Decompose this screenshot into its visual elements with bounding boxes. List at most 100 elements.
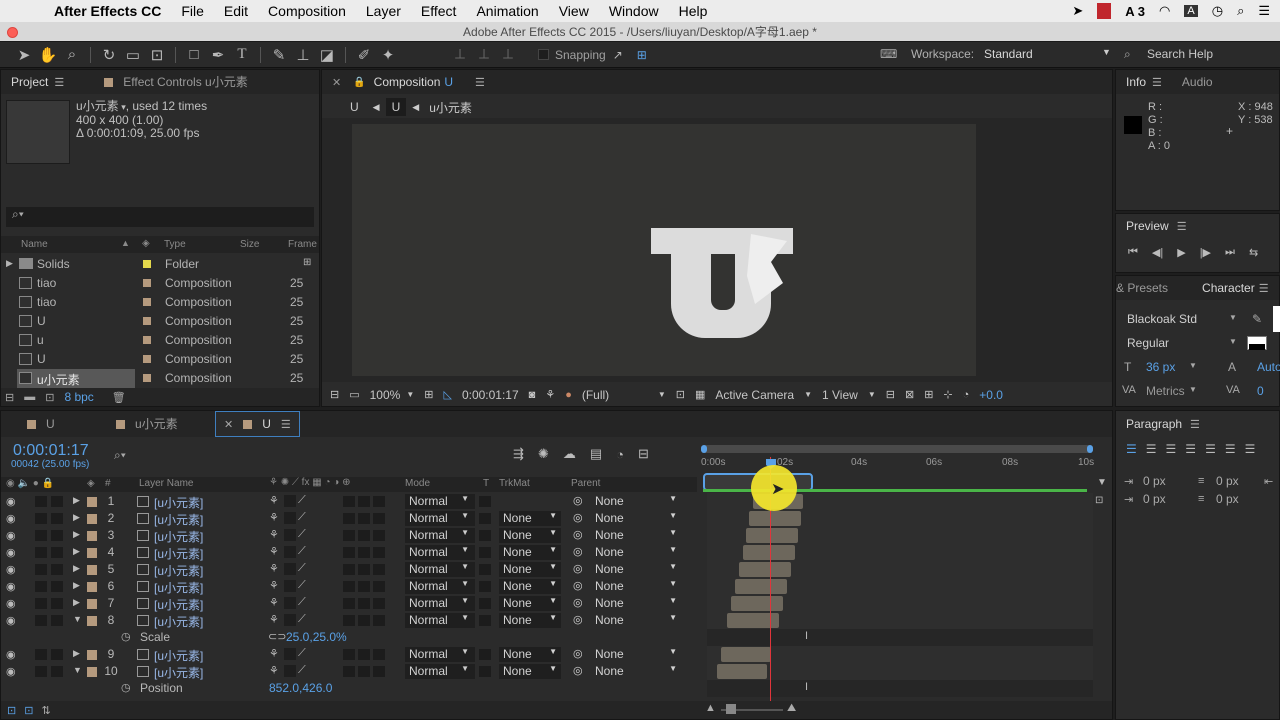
collapse-switch[interactable] bbox=[284, 563, 296, 575]
solo-toggle[interactable] bbox=[35, 496, 47, 507]
collapse-switch[interactable] bbox=[284, 665, 296, 677]
solo-toggle[interactable] bbox=[35, 615, 47, 626]
quality-switch-icon[interactable]: ⟋ bbox=[298, 664, 306, 677]
parent-select[interactable]: ◎ None ▼ bbox=[571, 596, 681, 611]
switch-toggle[interactable] bbox=[358, 581, 370, 592]
fast-previews-icon[interactable]: ⊠ bbox=[905, 388, 914, 401]
switch-toggle[interactable] bbox=[358, 530, 370, 541]
search-help-input[interactable]: Search Help bbox=[1147, 47, 1213, 61]
dropdown-arrow-icon[interactable]: ▼ bbox=[1229, 313, 1237, 322]
channel-icon[interactable]: ● bbox=[565, 389, 572, 401]
switch-toggle[interactable] bbox=[343, 615, 355, 626]
switch-toggle[interactable] bbox=[358, 615, 370, 626]
lock-toggle[interactable] bbox=[51, 666, 63, 677]
menu-edit[interactable]: Edit bbox=[224, 3, 248, 19]
switch-toggle[interactable] bbox=[343, 564, 355, 575]
flowchart-icon[interactable]: ⊹ bbox=[943, 388, 952, 401]
expand-arrow-icon[interactable]: ▶ bbox=[73, 495, 80, 506]
tab-character[interactable]: Character bbox=[1192, 276, 1265, 300]
visibility-eye-icon[interactable]: ◉ bbox=[6, 495, 16, 508]
list-item[interactable]: ▶ Solids Folder ⊞ bbox=[1, 255, 319, 274]
label-swatch[interactable] bbox=[143, 336, 151, 344]
camera-select[interactable]: Active Camera bbox=[715, 388, 794, 402]
panel-menu-icon[interactable]: ☰ bbox=[1177, 220, 1187, 233]
layer-duration-bar[interactable] bbox=[735, 579, 787, 594]
workspace-select[interactable]: Standard bbox=[984, 47, 1033, 61]
exposure-reset-icon[interactable]: ◔ bbox=[963, 389, 970, 401]
pen-tool-icon[interactable]: ✒ bbox=[206, 44, 230, 66]
switch-toggle[interactable] bbox=[358, 547, 370, 558]
shy-switch-icon[interactable]: ⚘ bbox=[269, 664, 279, 677]
collapse-switch[interactable] bbox=[284, 512, 296, 524]
switch-toggle[interactable] bbox=[373, 530, 385, 541]
collapse-switch[interactable] bbox=[284, 495, 296, 507]
list-item[interactable]: tiao Composition 25 bbox=[1, 274, 319, 293]
preserve-transparency-toggle[interactable] bbox=[479, 666, 491, 677]
list-item[interactable]: U Composition 25 bbox=[1, 312, 319, 331]
work-area-end-handle[interactable] bbox=[1087, 445, 1093, 453]
panel-menu-icon[interactable]: ☰ bbox=[1190, 418, 1200, 431]
property-row[interactable]: ◷ Position 852.0,426.0 I bbox=[1, 680, 1101, 697]
label-swatch[interactable] bbox=[143, 260, 151, 268]
solo-toggle[interactable] bbox=[35, 598, 47, 609]
preserve-transparency-toggle[interactable] bbox=[479, 615, 491, 626]
layer-name[interactable]: [u小元素] bbox=[154, 511, 203, 528]
visibility-eye-icon[interactable]: ◉ bbox=[6, 580, 16, 593]
keyboard-icon[interactable]: ⌨ bbox=[880, 47, 897, 61]
breadcrumb-item-active[interactable]: U bbox=[385, 98, 407, 116]
switch-toggle[interactable] bbox=[358, 649, 370, 660]
expand-layer-switches-icon[interactable]: ⊡ bbox=[7, 704, 16, 717]
dropdown-arrow-icon[interactable]: ▼ bbox=[658, 390, 666, 399]
lock-toggle[interactable] bbox=[51, 581, 63, 592]
visibility-eye-icon[interactable]: ◉ bbox=[6, 665, 16, 678]
label-swatch[interactable] bbox=[143, 374, 151, 382]
col-size[interactable]: Size bbox=[240, 239, 259, 250]
first-frame-icon[interactable]: ⏮ bbox=[1128, 246, 1138, 259]
play-icon[interactable]: ▶ bbox=[1177, 246, 1185, 259]
parent-select[interactable]: ◎ None ▼ bbox=[571, 494, 681, 509]
justify-last-left-icon[interactable]: ☰ bbox=[1185, 442, 1196, 456]
tracking-value[interactable]: 0 bbox=[1257, 384, 1264, 398]
comp-mini-flowchart-icon[interactable]: ⇶ bbox=[513, 446, 524, 462]
resolution-select[interactable]: (Full) bbox=[582, 388, 648, 402]
property-value[interactable]: 25.0,25.0% bbox=[286, 630, 347, 644]
lock-toggle[interactable] bbox=[51, 615, 63, 626]
switch-toggle[interactable] bbox=[343, 581, 355, 592]
menu-window[interactable]: Window bbox=[609, 3, 659, 19]
menu-composition[interactable]: Composition bbox=[268, 3, 346, 19]
pick-whip-icon[interactable]: ◎ bbox=[573, 545, 583, 558]
collapse-switch[interactable] bbox=[284, 597, 296, 609]
next-frame-icon[interactable]: |▶ bbox=[1200, 246, 1211, 259]
switch-toggle[interactable] bbox=[343, 649, 355, 660]
panel-menu-icon[interactable]: ☰ bbox=[1259, 282, 1269, 295]
shy-switch-icon[interactable]: ⚘ bbox=[269, 596, 279, 609]
pick-whip-icon[interactable]: ◎ bbox=[573, 579, 583, 592]
layer-row[interactable]: ◉ ▶ 4 [u小元素] ⚘ ⟋ Normal ▼ None ▼ ◎ None ▼ bbox=[1, 544, 1101, 561]
font-family-select[interactable]: Blackoak Std bbox=[1127, 312, 1197, 326]
snap-feature-icon[interactable]: ⊞ bbox=[630, 44, 654, 66]
clone-stamp-tool-icon[interactable]: ⊥ bbox=[291, 44, 315, 66]
track-matte-select[interactable]: None ▼ bbox=[499, 596, 561, 611]
lock-toggle[interactable] bbox=[51, 513, 63, 524]
quality-switch-icon[interactable]: ⟋ bbox=[298, 528, 306, 541]
preserve-transparency-toggle[interactable] bbox=[479, 598, 491, 609]
menu-file[interactable]: File bbox=[181, 3, 204, 19]
timeline-tab[interactable]: u小元素 bbox=[125, 412, 215, 436]
motion-blur-icon[interactable]: ◔ bbox=[616, 447, 624, 462]
layer-row[interactable]: ◉ ▶ 6 [u小元素] ⚘ ⟋ Normal ▼ None ▼ ◎ None ▼ bbox=[1, 578, 1101, 595]
switch-toggle[interactable] bbox=[358, 598, 370, 609]
input-method-icon[interactable]: A bbox=[1184, 5, 1198, 17]
layer-row[interactable]: ◉ ▶ 3 [u小元素] ⚘ ⟋ Normal ▼ None ▼ ◎ None ▼ bbox=[1, 527, 1101, 544]
preserve-transparency-toggle[interactable] bbox=[479, 530, 491, 541]
collapse-switch[interactable] bbox=[284, 614, 296, 626]
layer-name[interactable]: [u小元素] bbox=[154, 545, 203, 562]
expand-in-out-icon[interactable]: ⇅ bbox=[41, 704, 50, 717]
camera-tool-icon[interactable]: ▭ bbox=[121, 44, 145, 66]
label-swatch[interactable] bbox=[87, 531, 97, 541]
layer-name[interactable]: [u小元素] bbox=[154, 494, 203, 511]
collapse-arrow-icon[interactable]: ▼ bbox=[73, 614, 82, 624]
switch-toggle[interactable] bbox=[358, 496, 370, 507]
track-matte-select[interactable]: None ▼ bbox=[499, 647, 561, 662]
label-swatch[interactable] bbox=[87, 565, 97, 575]
visibility-eye-icon[interactable]: ◉ bbox=[6, 648, 16, 661]
